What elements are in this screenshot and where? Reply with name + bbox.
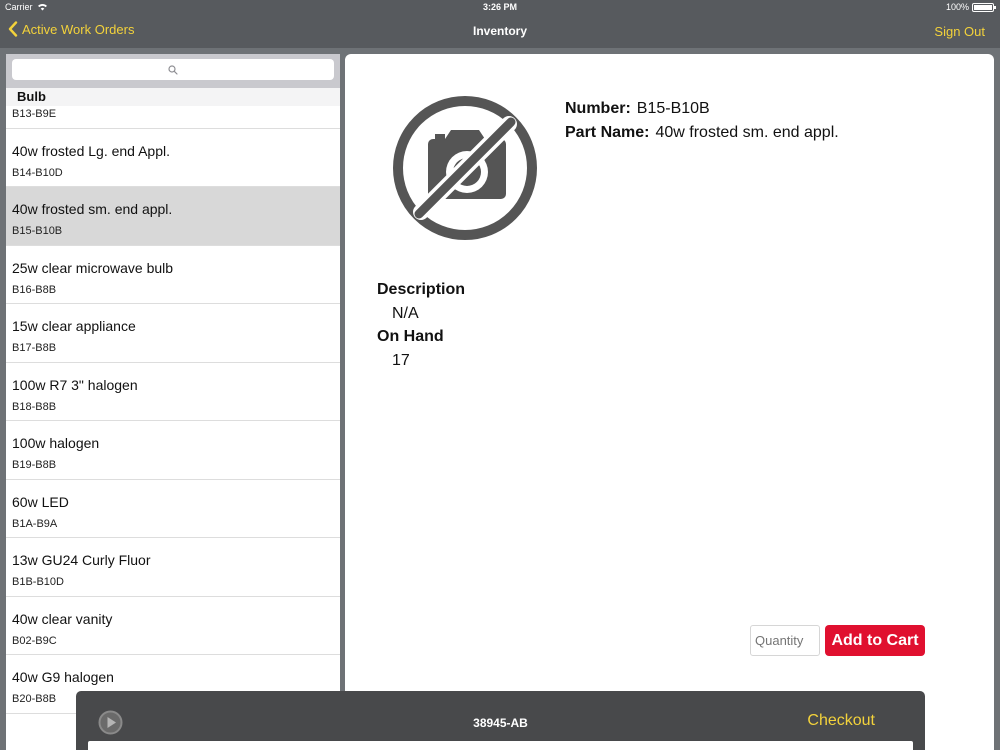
list-item-name: 15w clear appliance xyxy=(12,318,136,334)
list-item-number: B18-B8B xyxy=(12,400,57,413)
inventory-list[interactable]: Bulb 60w clear candelabra LgB13-B9E40w f… xyxy=(6,88,340,750)
list-item-name: 40w frosted sm. end appl. xyxy=(12,201,173,217)
navigation-bar: Active Work Orders Inventory Sign Out xyxy=(0,14,1000,48)
battery-percent: 100% xyxy=(945,2,969,12)
sign-out-button[interactable]: Sign Out xyxy=(934,24,985,39)
list-item-name: 40w G9 halogen xyxy=(12,669,114,685)
list-item-number: B19-B8B xyxy=(12,459,57,471)
list-item[interactable]: 100w halogen B19-B8B xyxy=(6,421,340,480)
status-right: 100% xyxy=(945,2,996,12)
part-detail-panel: Number: B15-B10B Part Name: 40w frosted sm… xyxy=(345,54,994,750)
list-item[interactable]: 13w GU24 Curly Fluor B1B-B10D xyxy=(6,538,340,597)
list-item-name: 40w frosted Lg. end Appl. xyxy=(12,142,170,159)
section-header: Bulb xyxy=(6,88,340,106)
list-item[interactable]: 15w clear appliance B17-B8B xyxy=(6,304,340,363)
list-item-number: B17-B8B xyxy=(12,342,57,354)
cart-bar: 38945-AB Checkout xyxy=(76,691,925,750)
list-item-name: 25w clear microwave bulb xyxy=(12,259,174,276)
list-item-number: B1B-B10D xyxy=(12,576,64,588)
on-hand-label: On Hand xyxy=(377,328,444,345)
part-number-row: Number: B15-B10B xyxy=(565,97,839,121)
list-item-name: 100w R7 3" halogen xyxy=(12,376,138,393)
part-name-row: Part Name: 40w frosted sm. end appl. xyxy=(565,121,839,145)
list-item-number: B13-B9E xyxy=(12,108,57,120)
list-item[interactable]: 100w R7 3" halogen B18-B8B xyxy=(6,363,340,421)
list-item[interactable]: 40w clear vanity B02-B9C xyxy=(6,597,340,655)
cart-sheet xyxy=(88,741,913,750)
list-item[interactable]: 40w frosted Lg. end Appl. B14-B10D xyxy=(6,129,340,187)
search-icon xyxy=(168,64,178,75)
search-bar xyxy=(6,54,340,88)
description-label: Description xyxy=(377,281,466,298)
on-hand-value: 17 xyxy=(392,351,410,369)
list-item-number: B15-B10B xyxy=(12,225,63,237)
inventory-list-panel: Bulb 60w clear candelabra LgB13-B9E40w f… xyxy=(6,54,340,750)
checkout-button[interactable]: Checkout xyxy=(807,712,875,730)
status-time: 3:26 PM xyxy=(482,2,517,12)
list-item[interactable]: 40w frosted sm. end appl. B15-B10B xyxy=(6,187,340,246)
search-input[interactable] xyxy=(12,59,334,80)
quantity-input[interactable] xyxy=(750,625,820,656)
part-name-value: 40w frosted sm. end appl. xyxy=(655,124,839,141)
part-number-value: B15-B10B xyxy=(636,100,710,117)
list-item-number: B02-B9C xyxy=(12,634,57,647)
part-name-label: Part Name: xyxy=(565,124,650,141)
work-order-number: 38945-AB xyxy=(473,716,528,730)
list-item-name: 60w LED xyxy=(12,493,69,510)
part-info: Number: B15-B10B Part Name: 40w frosted sm… xyxy=(565,97,839,145)
part-description: Description N/A On Hand 17 xyxy=(377,278,465,372)
battery-level xyxy=(974,4,992,10)
part-number-label: Number: xyxy=(565,100,631,117)
list-item-name: 40w clear vanity xyxy=(12,610,113,627)
status-bar: Carrier 3:26 PM 100% xyxy=(0,0,1000,14)
list-item-number: B14-B10D xyxy=(12,166,63,179)
list-item-number: B1A-B9A xyxy=(12,517,58,530)
list-item[interactable]: 25w clear microwave bulb B16-B8B xyxy=(6,246,340,304)
list-item-name: 13w GU24 Curly Fluor xyxy=(12,552,151,568)
list-item-name: 100w halogen xyxy=(12,435,100,451)
add-to-cart-button[interactable]: Add to Cart xyxy=(825,625,925,656)
description-value: N/A xyxy=(392,304,419,322)
battery-icon xyxy=(972,2,996,12)
list-item-number: B16-B8B xyxy=(12,283,57,296)
page-title: Inventory xyxy=(472,24,527,38)
no-photo-icon xyxy=(393,96,537,240)
list-item[interactable]: 60w LED B1A-B9A xyxy=(6,480,340,538)
list-items: 60w clear candelabra LgB13-B9E40w froste… xyxy=(6,88,340,714)
